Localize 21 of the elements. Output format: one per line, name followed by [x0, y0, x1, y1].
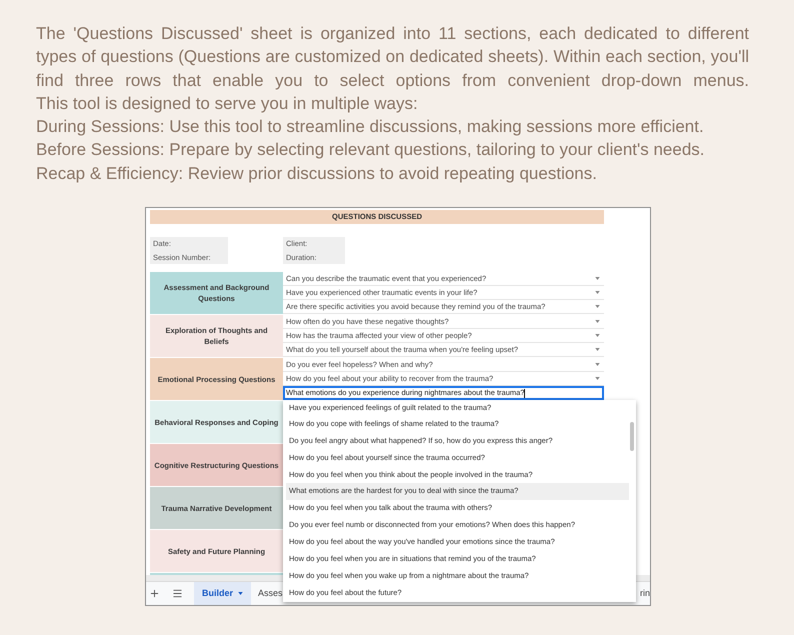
sheet-tab[interactable]: Builder	[194, 582, 252, 606]
text-cursor-icon	[524, 388, 526, 398]
dropdown-caret-icon[interactable]	[595, 291, 600, 294]
dropdown-caret-icon[interactable]	[595, 363, 600, 366]
caret-icon[interactable]	[238, 592, 244, 596]
scrollbar-thumb[interactable]	[630, 422, 634, 452]
dropdown-caret-icon[interactable]	[595, 277, 600, 280]
usage-line: Recap & Efficiency: Review prior discussions to avoid repeating questions.	[36, 162, 598, 185]
intro-lead-text: This tool is designed to serve you in multiple ways:	[36, 92, 419, 115]
dropdown-caret-icon[interactable]	[595, 320, 600, 324]
dropdown-caret-icon[interactable]	[595, 377, 600, 380]
sheet-tab[interactable]: Asses	[251, 582, 283, 606]
dropdown-caret-icon[interactable]	[595, 334, 600, 338]
menu-icon[interactable]	[172, 588, 183, 600]
dropdown-caret-icon[interactable]	[595, 348, 600, 352]
intro-paragraph: The 'Questions Discussed' sheet is organized into 11 sections, each dedicated to different types of questions (Questions are customized on dedicated sheets). Within each section, you'll find three rows that enable you to select options from convenient drop-down menus.	[36, 23, 749, 92]
dropdown-caret-icon[interactable]	[595, 305, 600, 308]
usage-line: During Sessions: Use this tool to streamline discussions, making sessions more efficient.	[36, 116, 705, 138]
sheet-tab[interactable]: rin	[640, 582, 650, 606]
plus-icon[interactable]	[149, 588, 160, 600]
usage-line: Before Sessions: Prepare by selecting relevant questions, tailoring to your client's needs.	[36, 139, 706, 162]
